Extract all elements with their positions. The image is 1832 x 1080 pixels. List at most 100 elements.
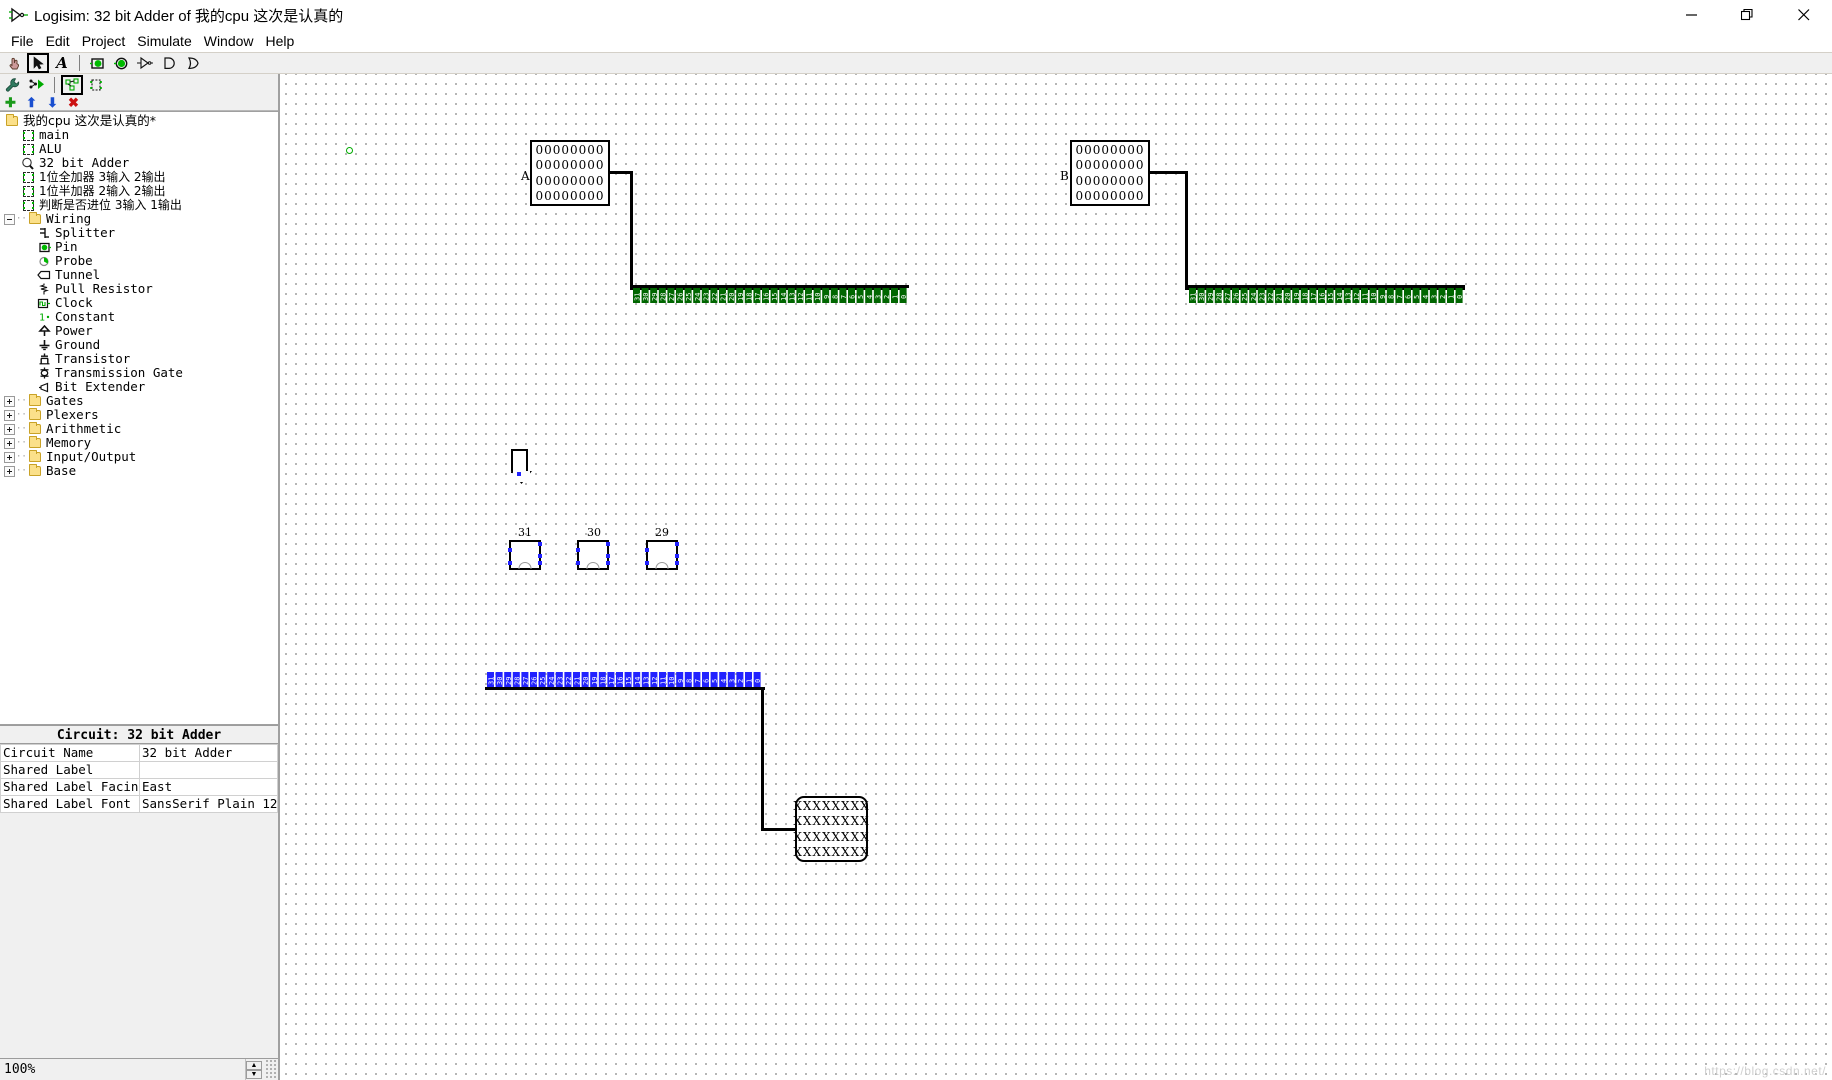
- pin-output[interactable]: XXXXXXXX XXXXXXXX XXXXXXXX XXXXXXXX: [793, 796, 869, 862]
- tree-item-pin[interactable]: Pin: [0, 240, 278, 254]
- tree-lib-wiring[interactable]: ··· Wiring: [0, 212, 278, 226]
- subcircuit-pin-out-mid[interactable]: [538, 554, 542, 558]
- close-button[interactable]: [1776, 0, 1832, 30]
- tree-item-splitter[interactable]: Splitter: [0, 226, 278, 240]
- tree-item-transmission-gate[interactable]: Transmission Gate: [0, 366, 278, 380]
- tree-item-ground[interactable]: Ground: [0, 338, 278, 352]
- tree-item-half-adder[interactable]: 1位半加器 2输入 2输出: [0, 184, 278, 198]
- tree-item-project-root[interactable]: 我的cpu 这次是认真的*: [0, 114, 278, 128]
- tree-lib-memory[interactable]: ··· Memory: [0, 436, 278, 450]
- tree-lib-plexers[interactable]: ··· Plexers: [0, 408, 278, 422]
- text-tool[interactable]: A: [51, 53, 73, 73]
- subcircuit-pin-in-bottom[interactable]: [508, 561, 512, 565]
- add-circuit-tool[interactable]: [85, 75, 107, 95]
- attribute-row-circuit-name[interactable]: Circuit Name 32 bit Adder: [0, 743, 278, 762]
- simulation-tool[interactable]: [26, 75, 48, 95]
- subcircuit-pin-in-bottom[interactable]: [645, 561, 649, 565]
- expand-icon[interactable]: [4, 423, 15, 435]
- zoom-increase-button[interactable]: ▲: [246, 1060, 262, 1070]
- wire-out-horizontal-2[interactable]: [761, 828, 796, 831]
- collapse-icon[interactable]: [4, 213, 15, 225]
- subcircuit-pin-out-bottom[interactable]: [606, 561, 610, 565]
- menu-project[interactable]: Project: [76, 32, 132, 50]
- wire-b-vertical[interactable]: [1185, 171, 1188, 290]
- tree-item-carry-detect[interactable]: 判断是否进位 3输入 1输出: [0, 198, 278, 212]
- and-gate-tool[interactable]: [158, 53, 180, 73]
- tree-item-32-bit-adder[interactable]: 32 bit Adder: [0, 156, 278, 170]
- subcircuit-pin-out-bottom[interactable]: [675, 561, 679, 565]
- subcircuit-pin-in-top[interactable]: [576, 548, 580, 552]
- splitter-output[interactable]: 31 30 29 28 27 26 25 24 23 22 21 20 19 18 17 16 …: [485, 672, 763, 694]
- expand-icon[interactable]: [4, 451, 15, 463]
- circuit-canvas-container[interactable]: A 00000000 00000000 00000000 00000000 31…: [279, 74, 1832, 1080]
- not-gate-tool[interactable]: [134, 53, 156, 73]
- tree-item-transistor[interactable]: Transistor: [0, 352, 278, 366]
- wire-out-vertical[interactable]: [761, 687, 764, 831]
- add-button[interactable]: ✚: [4, 96, 17, 109]
- attribute-row-shared-label-facing[interactable]: Shared Label Facing East: [0, 777, 278, 796]
- subcircuit-bit-29[interactable]: [645, 540, 679, 570]
- splitter-a[interactable]: 31 30 29 28 27 26 25 24 23 22 21 20 19 18 17 16 …: [631, 285, 909, 307]
- expand-icon[interactable]: [4, 395, 15, 407]
- minimize-button[interactable]: [1664, 0, 1720, 30]
- output-pin-tool[interactable]: [110, 53, 132, 73]
- tree-item-pull-resistor[interactable]: Pull Resistor: [0, 282, 278, 296]
- subcircuit-pin-out-top[interactable]: [606, 542, 610, 546]
- tree-item-main[interactable]: main: [0, 128, 278, 142]
- circuit-canvas[interactable]: A 00000000 00000000 00000000 00000000 31…: [280, 74, 1832, 1080]
- expand-icon[interactable]: [4, 437, 15, 449]
- subcircuit-pin-in-top[interactable]: [645, 548, 649, 552]
- circuit-origin-node[interactable]: [346, 147, 353, 154]
- wire-b-horizontal-1[interactable]: [1150, 171, 1188, 174]
- pin-b-input[interactable]: 00000000 00000000 00000000 00000000: [1070, 140, 1150, 206]
- maximize-button[interactable]: [1720, 0, 1776, 30]
- tree-item-full-adder[interactable]: 1位全加器 3输入 2输出: [0, 170, 278, 184]
- canvas-tunnel[interactable]: [511, 449, 528, 473]
- move-up-button[interactable]: ⬆: [25, 96, 38, 109]
- tree-item-constant[interactable]: 1 Constant: [0, 310, 278, 324]
- attribute-row-shared-label[interactable]: Shared Label: [0, 760, 278, 779]
- tree-lib-input-output[interactable]: ··· Input/Output: [0, 450, 278, 464]
- wrench-tool[interactable]: [2, 75, 24, 95]
- tree-item-probe[interactable]: Probe: [0, 254, 278, 268]
- wire-a-vertical[interactable]: [630, 171, 633, 290]
- menu-help[interactable]: Help: [260, 32, 301, 50]
- attribute-value-shared-label-facing[interactable]: East: [139, 777, 278, 796]
- or-gate-tool[interactable]: [182, 53, 204, 73]
- attribute-value-shared-label-font[interactable]: SansSerif Plain 12: [139, 794, 278, 813]
- tree-item-clock[interactable]: Clock: [0, 296, 278, 310]
- subcircuit-pin-out-top[interactable]: [538, 542, 542, 546]
- expand-icon[interactable]: [4, 465, 15, 477]
- poke-tool[interactable]: [3, 53, 25, 73]
- edit-circuit-tool[interactable]: [61, 74, 83, 95]
- pin-a-input[interactable]: 00000000 00000000 00000000 00000000: [530, 140, 610, 206]
- subcircuit-pin-out-top[interactable]: [675, 542, 679, 546]
- subcircuit-pin-out-mid[interactable]: [606, 554, 610, 558]
- subcircuit-bit-30[interactable]: [576, 540, 610, 570]
- delete-button[interactable]: ✖: [67, 96, 80, 109]
- subcircuit-bit-31[interactable]: [508, 540, 542, 570]
- move-down-button[interactable]: ⬇: [46, 96, 59, 109]
- select-tool[interactable]: [27, 53, 49, 73]
- tree-item-tunnel[interactable]: Tunnel: [0, 268, 278, 282]
- subcircuit-pin-out-mid[interactable]: [675, 554, 679, 558]
- tree-lib-gates[interactable]: ··· Gates: [0, 394, 278, 408]
- zoom-decrease-button[interactable]: ▼: [246, 1069, 262, 1079]
- tree-item-bit-extender[interactable]: Bit Extender: [0, 380, 278, 394]
- resize-grip-icon[interactable]: [264, 1059, 278, 1080]
- attribute-row-shared-label-font[interactable]: Shared Label Font SansSerif Plain 12: [0, 794, 278, 813]
- menu-simulate[interactable]: Simulate: [131, 32, 197, 50]
- expand-icon[interactable]: [4, 409, 15, 421]
- subcircuit-pin-in-top[interactable]: [508, 548, 512, 552]
- subcircuit-pin-out-bottom[interactable]: [538, 561, 542, 565]
- input-pin-tool[interactable]: [86, 53, 108, 73]
- splitter-b[interactable]: 31 30 29 28 27 26 25 24 23 22 21 20 19 18 17 16 …: [1187, 285, 1465, 307]
- menu-edit[interactable]: Edit: [40, 32, 76, 50]
- tree-item-alu[interactable]: ALU: [0, 142, 278, 156]
- attribute-value-shared-label[interactable]: [139, 760, 278, 779]
- canvas-tunnel-pin[interactable]: [517, 472, 521, 476]
- subcircuit-pin-in-bottom[interactable]: [576, 561, 580, 565]
- attribute-value-circuit-name[interactable]: 32 bit Adder: [139, 743, 278, 762]
- tree-lib-arithmetic[interactable]: ··· Arithmetic: [0, 422, 278, 436]
- tree-item-power[interactable]: Power: [0, 324, 278, 338]
